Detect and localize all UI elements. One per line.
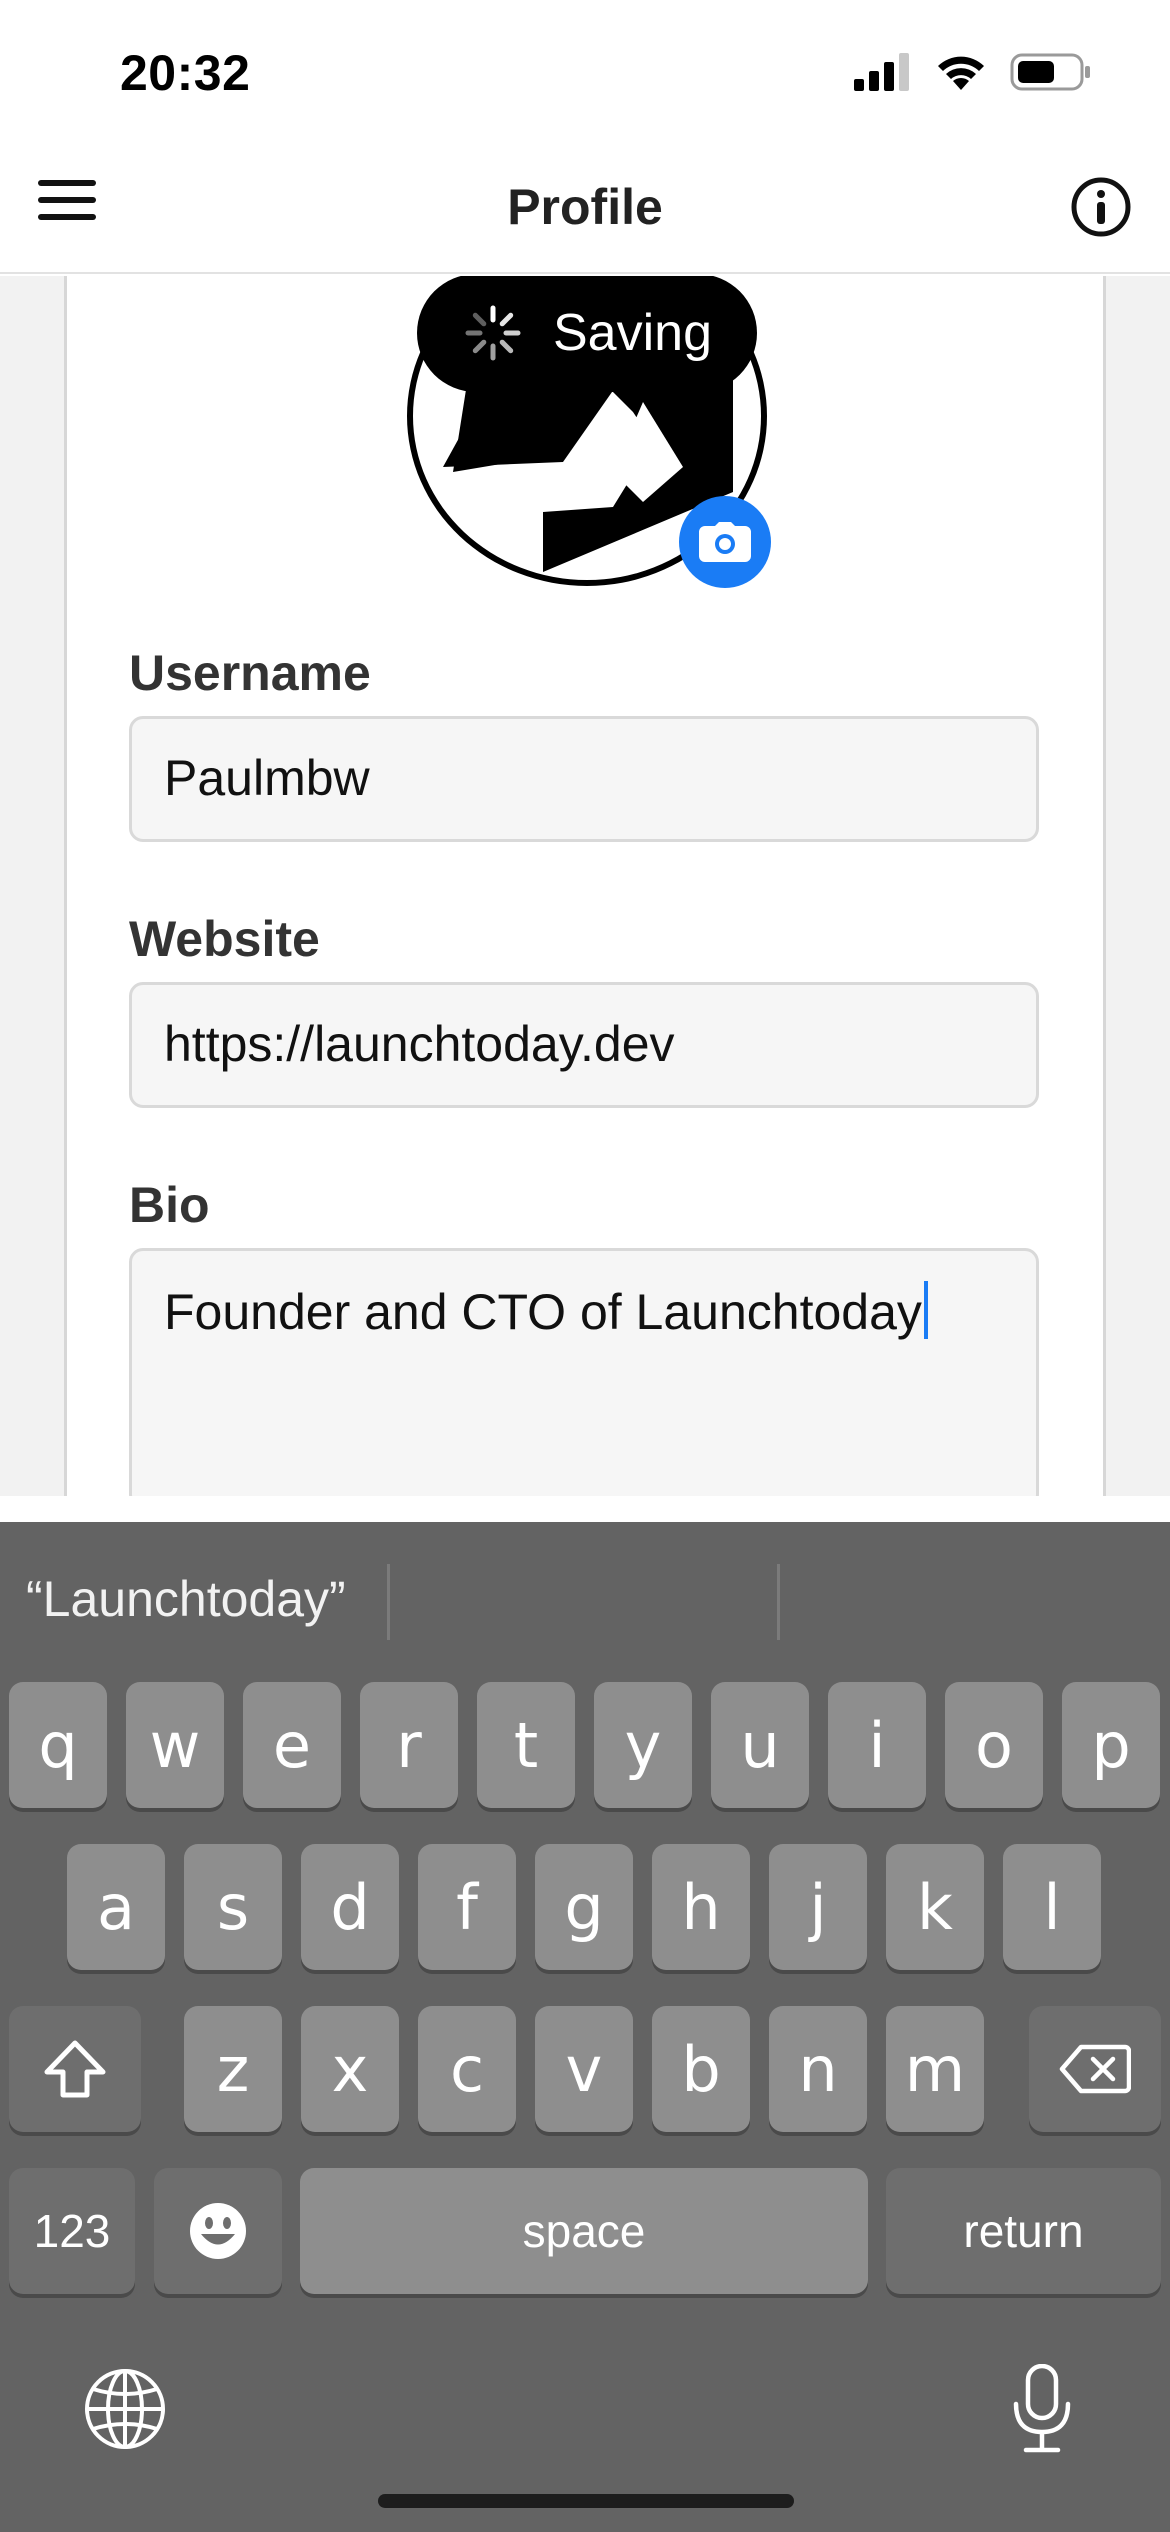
avatar-container[interactable]: Saving [407, 276, 771, 588]
key-u[interactable]: u [711, 1682, 809, 1808]
key-g[interactable]: g [535, 1844, 633, 1970]
info-icon[interactable] [1070, 176, 1132, 238]
delete-key[interactable] [1029, 2006, 1161, 2132]
website-field[interactable]: https://launchtoday.dev [129, 982, 1039, 1108]
key-i[interactable]: i [828, 1682, 926, 1808]
key-t[interactable]: t [477, 1682, 575, 1808]
key-k[interactable]: k [886, 1844, 984, 1970]
return-key[interactable]: return [886, 2168, 1161, 2294]
camera-icon [699, 522, 751, 562]
key-z[interactable]: z [184, 2006, 282, 2132]
globe-icon[interactable] [84, 2368, 166, 2450]
emoji-icon [190, 2203, 246, 2259]
page-title: Profile [507, 179, 663, 235]
key-e[interactable]: e [243, 1682, 341, 1808]
shift-icon [44, 2040, 106, 2098]
key-d[interactable]: d [301, 1844, 399, 1970]
key-x[interactable]: x [301, 2006, 399, 2132]
key-b[interactable]: b [652, 2006, 750, 2132]
signal-icon [854, 53, 909, 91]
key-l[interactable]: l [1003, 1844, 1101, 1970]
key-n[interactable]: n [769, 2006, 867, 2132]
suggestion-item[interactable]: “Launchtoday” [26, 1570, 346, 1628]
keyboard: “Launchtoday” q w e r t y u i o p a s d … [0, 1522, 1170, 2532]
emoji-key[interactable] [154, 2168, 282, 2294]
status-icons [854, 52, 1092, 92]
key-f[interactable]: f [418, 1844, 516, 1970]
saving-indicator: Saving [417, 276, 757, 392]
nav-bar: Profile [0, 140, 1170, 274]
key-j[interactable]: j [769, 1844, 867, 1970]
battery-icon [1010, 53, 1090, 91]
text-caret [923, 1281, 928, 1339]
key-m[interactable]: m [886, 2006, 984, 2132]
key-v[interactable]: v [535, 2006, 633, 2132]
change-photo-button[interactable] [679, 496, 771, 588]
suggestion-divider [387, 1564, 390, 1640]
home-indicator [378, 2494, 794, 2508]
username-label: Username [129, 645, 371, 701]
bio-label: Bio [129, 1177, 210, 1233]
key-r[interactable]: r [360, 1682, 458, 1808]
microphone-icon[interactable] [1010, 2364, 1074, 2456]
username-field[interactable]: Paulmbw [129, 716, 1039, 842]
saving-label: Saving [553, 304, 712, 362]
wifi-icon [938, 56, 984, 90]
bio-field[interactable]: Founder and CTO of Launchtoday [129, 1248, 1039, 1496]
website-label: Website [129, 911, 320, 967]
status-bar: 20:32 [0, 0, 1170, 140]
backspace-icon [1059, 2044, 1131, 2094]
key-q[interactable]: q [9, 1682, 107, 1808]
key-c[interactable]: c [418, 2006, 516, 2132]
key-a[interactable]: a [67, 1844, 165, 1970]
bio-text: Founder and CTO of Launchtoday [164, 1284, 922, 1340]
key-s[interactable]: s [184, 1844, 282, 1970]
profile-content: Saving Username Paulmbw Website https://… [0, 276, 1170, 1496]
key-h[interactable]: h [652, 1844, 750, 1970]
profile-card: Saving Username Paulmbw Website https://… [64, 276, 1106, 1496]
key-o[interactable]: o [945, 1682, 1043, 1808]
key-y[interactable]: y [594, 1682, 692, 1808]
key-w[interactable]: w [126, 1682, 224, 1808]
key-p[interactable]: p [1062, 1682, 1160, 1808]
numbers-key[interactable]: 123 [9, 2168, 135, 2294]
space-key[interactable]: space [300, 2168, 868, 2294]
suggestion-divider [777, 1564, 780, 1640]
suggestion-bar: “Launchtoday” [0, 1522, 1170, 1672]
status-time: 20:32 [120, 45, 251, 101]
spinner-icon [465, 305, 521, 361]
shift-key[interactable] [9, 2006, 141, 2132]
